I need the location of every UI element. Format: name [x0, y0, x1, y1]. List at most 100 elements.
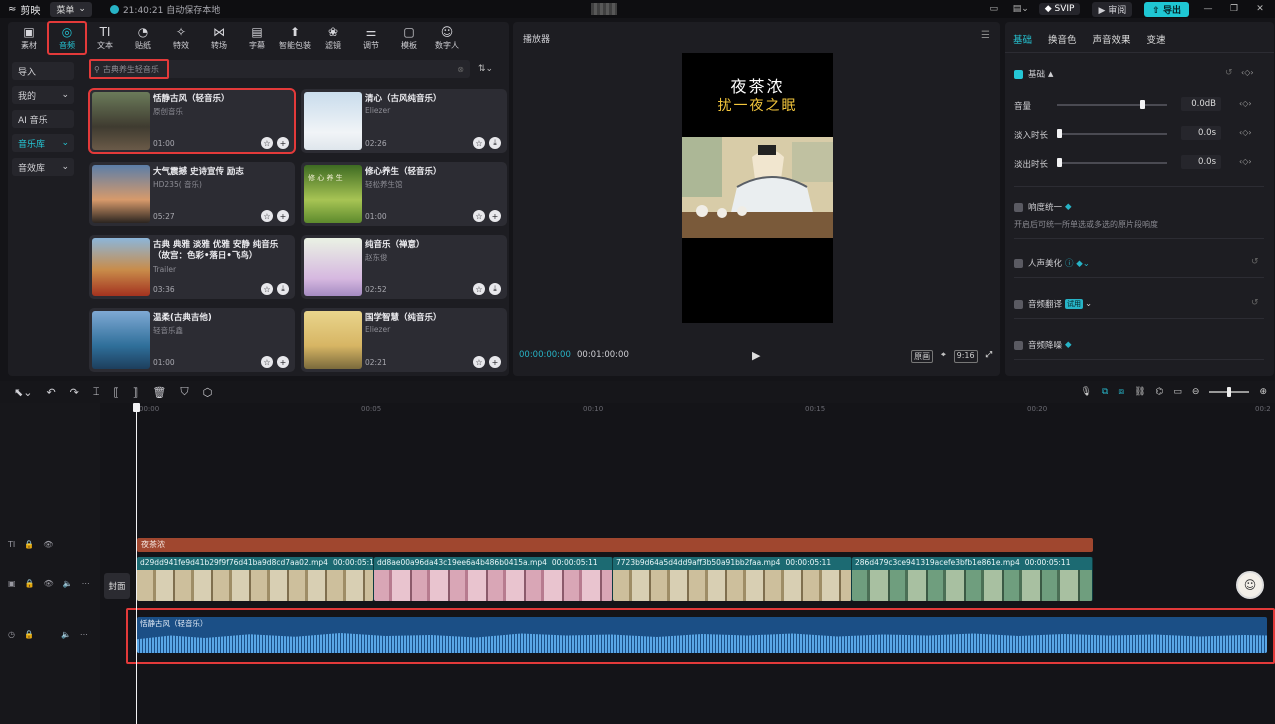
keyframe-icon[interactable]: ‹◇›	[1239, 128, 1252, 137]
volume-slider-handle[interactable]	[1139, 100, 1145, 109]
add-icon[interactable]: +	[277, 137, 289, 149]
main-track-magnet-icon[interactable]: ⧉	[1102, 387, 1108, 397]
tab-filter[interactable]: ❀ 滤镜	[314, 22, 352, 54]
basic-section-header[interactable]: 基础 ▲	[1014, 68, 1053, 80]
voice-beauty-toggle[interactable]: 人声美化 ⓘ ◆⌄	[1014, 257, 1090, 269]
speaker-icon[interactable]: 🔈	[61, 630, 71, 639]
more-icon[interactable]: ⋯	[80, 630, 88, 639]
microphone-icon[interactable]: 🎙	[1080, 387, 1091, 397]
sidebar-item[interactable]: 音乐库 ⌄	[12, 134, 74, 152]
tab-adjust[interactable]: ⚌ 调节	[352, 22, 390, 54]
inspector-tab[interactable]: 换音色	[1048, 32, 1077, 46]
favorite-icon[interactable]: ☆	[473, 210, 485, 222]
menu-button[interactable]: 菜单 ⌄	[50, 1, 92, 17]
review-button[interactable]: ▶ 审阅	[1092, 1, 1133, 17]
delete-icon[interactable]: 🗑	[152, 386, 166, 399]
reset-icon[interactable]: ↺	[1225, 68, 1233, 78]
favorite-icon[interactable]: ☆	[473, 137, 485, 149]
zoom-in-icon[interactable]: ⊕	[1259, 387, 1267, 397]
add-icon[interactable]: +	[489, 210, 501, 222]
fade-out-slider[interactable]	[1057, 158, 1167, 167]
sidebar-item[interactable]: 导入	[12, 62, 74, 80]
fullscreen-icon[interactable]: ⤢	[986, 350, 992, 363]
minimize-icon[interactable]: —	[1201, 4, 1215, 14]
select-tool-icon[interactable]: ⬉⌄	[14, 386, 32, 399]
redo-icon[interactable]: ↷	[70, 386, 79, 399]
audio-translate-toggle[interactable]: 音频翻译 试用 ⌄	[1014, 298, 1092, 310]
reset-icon[interactable]: ↺	[1251, 257, 1259, 267]
video-preview[interactable]: 夜茶浓 扰一夜之眠	[682, 53, 833, 323]
tab-subtitle[interactable]: ▤ 字幕	[238, 22, 276, 54]
export-button[interactable]: ⇧ 导出	[1144, 1, 1189, 17]
fade-out-slider-handle[interactable]	[1057, 158, 1062, 167]
focus-icon[interactable]: ⌖	[941, 350, 946, 363]
preview-axis-icon[interactable]: ⌬	[1156, 387, 1164, 397]
audio-clip[interactable]: 恬静古风（轻音乐）	[137, 617, 1267, 653]
favorite-icon[interactable]: ☆	[261, 137, 273, 149]
undo-icon[interactable]: ↶	[46, 386, 55, 399]
lock-icon[interactable]: 🔒	[24, 540, 34, 549]
keyframe-icon[interactable]: ‹◇›	[1239, 157, 1252, 166]
volume-value[interactable]: 0.0dB	[1181, 97, 1221, 111]
volume-slider[interactable]	[1057, 100, 1167, 109]
split-right-icon[interactable]: ⟧	[133, 386, 138, 399]
tab-digital-human[interactable]: ☺ 数字人	[428, 22, 466, 54]
favorite-icon[interactable]: ☆	[261, 356, 273, 368]
music-card[interactable]: 温柔(古典吉他) 轻音乐鑫 01:00 ☆ +	[89, 308, 295, 372]
split-left-icon[interactable]: ⟦	[113, 386, 118, 399]
inspector-tab[interactable]: 基础	[1013, 32, 1032, 46]
music-card[interactable]: 古典 典雅 淡雅 优雅 安静 纯音乐（故宫：色彩•落日•飞鸟） Trailer 03…	[89, 235, 295, 299]
cover-button[interactable]: 封面	[104, 573, 130, 599]
keyframe-icon[interactable]: ‹◇›	[1239, 99, 1252, 108]
tab-sticker[interactable]: ◔ 贴纸	[124, 22, 162, 54]
svip-button[interactable]: ◆ SVIP	[1038, 3, 1081, 15]
music-card[interactable]: 大气震撼 史诗宣传 励志 HD235( 音乐) 05:27 ☆ +	[89, 162, 295, 226]
playhead-handle[interactable]	[133, 403, 140, 412]
keyframe-icon[interactable]: ‹◇›	[1241, 68, 1254, 77]
sidebar-item[interactable]: 音效库 ⌄	[12, 158, 74, 176]
favorite-icon[interactable]: ☆	[473, 283, 485, 295]
tab-audio[interactable]: ◎ 音频	[47, 21, 87, 55]
fade-out-value[interactable]: 0.0s	[1181, 155, 1221, 169]
tab-smart-package[interactable]: ⬆ 智能包装	[276, 22, 314, 54]
panel-layout-icon[interactable]: ▤⌄	[1013, 4, 1029, 14]
sort-filter-icon[interactable]: ⇅⌄	[478, 64, 493, 74]
favorite-icon[interactable]: ☆	[261, 283, 273, 295]
layout-icon[interactable]: ▭	[987, 4, 1001, 14]
close-icon[interactable]: ✕	[1253, 4, 1267, 14]
zoom-slider-handle[interactable]	[1227, 387, 1232, 397]
checkbox-icon[interactable]	[1014, 202, 1023, 212]
tab-media[interactable]: ▣ 素材	[10, 22, 48, 54]
eye-icon[interactable]: 👁	[44, 579, 54, 588]
denoise-toggle[interactable]: 音频降噪 ◆	[1014, 339, 1072, 351]
assistant-avatar[interactable]: ☺	[1236, 571, 1264, 599]
download-icon[interactable]: ⤓	[489, 283, 501, 295]
text-clip[interactable]: 夜茶浓	[137, 538, 1093, 552]
video-clip[interactable]: 7723b9d64a5d4dd9aff3b50a91bb2faa.mp4 00:0…	[613, 557, 852, 601]
shield-icon[interactable]: ⛉	[180, 385, 188, 399]
restore-icon[interactable]: ❐	[1227, 4, 1241, 14]
eye-icon[interactable]: 👁	[43, 540, 53, 549]
favorite-icon[interactable]: ☆	[261, 210, 273, 222]
linkage-icon[interactable]: ⛓	[1134, 387, 1145, 397]
sidebar-item[interactable]: 我的 ⌄	[12, 86, 74, 104]
download-icon[interactable]: ⤓	[489, 137, 501, 149]
music-card[interactable]: 国学智慧（纯音乐） Eliezer 02:21 ☆ +	[301, 308, 507, 372]
reset-icon[interactable]: ↺	[1251, 298, 1259, 308]
clear-icon[interactable]: ⊗	[457, 65, 464, 74]
zoom-out-icon[interactable]: ⊖	[1192, 387, 1200, 397]
add-icon[interactable]: +	[277, 356, 289, 368]
lock-icon[interactable]: 🔒	[24, 630, 34, 639]
add-icon[interactable]: +	[489, 356, 501, 368]
video-clip[interactable]: 286d479c3ce941319acefe3bfb1e861e.mp4 00:0…	[852, 557, 1093, 601]
menu-icon[interactable]: ☰	[981, 30, 990, 41]
video-clip[interactable]: d29dd941fe9d41b29f9f76d41ba9d8cd7aa02.mp…	[137, 557, 374, 601]
tab-effects[interactable]: ✧ 特效	[162, 22, 200, 54]
music-card[interactable]: 修 心 养 生修心养生（轻音乐） 轻松养生馆 01:00 ☆ +	[301, 162, 507, 226]
tab-template[interactable]: ▢ 模板	[390, 22, 428, 54]
video-clip[interactable]: dd8ae00a96da43c19ee6a4b486b0415a.mp4 00:0…	[374, 557, 613, 601]
checkbox-icon[interactable]	[1014, 299, 1023, 309]
auto-snap-icon[interactable]: ⧈	[1118, 387, 1124, 397]
favorite-icon[interactable]: ☆	[473, 356, 485, 368]
split-icon[interactable]: ⌶	[93, 385, 100, 399]
